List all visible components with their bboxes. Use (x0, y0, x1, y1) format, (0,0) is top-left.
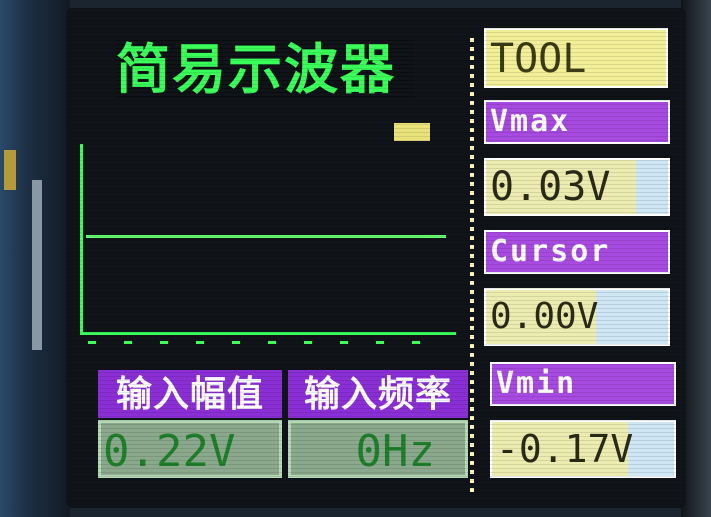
amplitude-value: 0.22V (98, 420, 282, 478)
page-title: 简易示波器 (116, 38, 414, 100)
tool-title: TOOL (484, 28, 668, 88)
x-tick (268, 341, 276, 344)
x-tick (196, 341, 204, 344)
x-tick (304, 341, 312, 344)
waveform-plot (80, 138, 456, 348)
bezel-connector (4, 150, 16, 190)
vmin-value-box: -0.17V (490, 420, 676, 478)
vmin-label: Vmin (490, 362, 676, 406)
bezel-edge (32, 180, 42, 350)
cursor-value-box: 0.00V (484, 288, 670, 346)
x-tick (232, 341, 240, 344)
x-tick (124, 341, 132, 344)
vmax-value: 0.03V (490, 164, 611, 210)
lcd-screen: 简易示波器 输入幅值 输入频率 0.22V 0Hz TOOL Vmax 0.03… (66, 8, 686, 508)
x-tick (88, 341, 96, 344)
waveform-trace (86, 235, 446, 238)
x-tick (412, 341, 420, 344)
frequency-label: 输入频率 (288, 370, 468, 418)
panel-divider (470, 38, 474, 496)
frequency-value: 0Hz (288, 420, 468, 478)
vmax-label: Vmax (484, 100, 670, 144)
x-tick (376, 341, 384, 344)
x-axis (80, 332, 456, 335)
vmax-value-box: 0.03V (484, 158, 670, 216)
cursor-value: 0.00V (490, 296, 599, 337)
device-bezel-left (0, 0, 70, 517)
cursor-label: Cursor (484, 230, 670, 274)
vmin-value: -0.17V (496, 427, 634, 471)
amplitude-label: 输入幅值 (98, 370, 282, 418)
x-tick (340, 341, 348, 344)
y-axis (80, 144, 83, 334)
x-tick (160, 341, 168, 344)
